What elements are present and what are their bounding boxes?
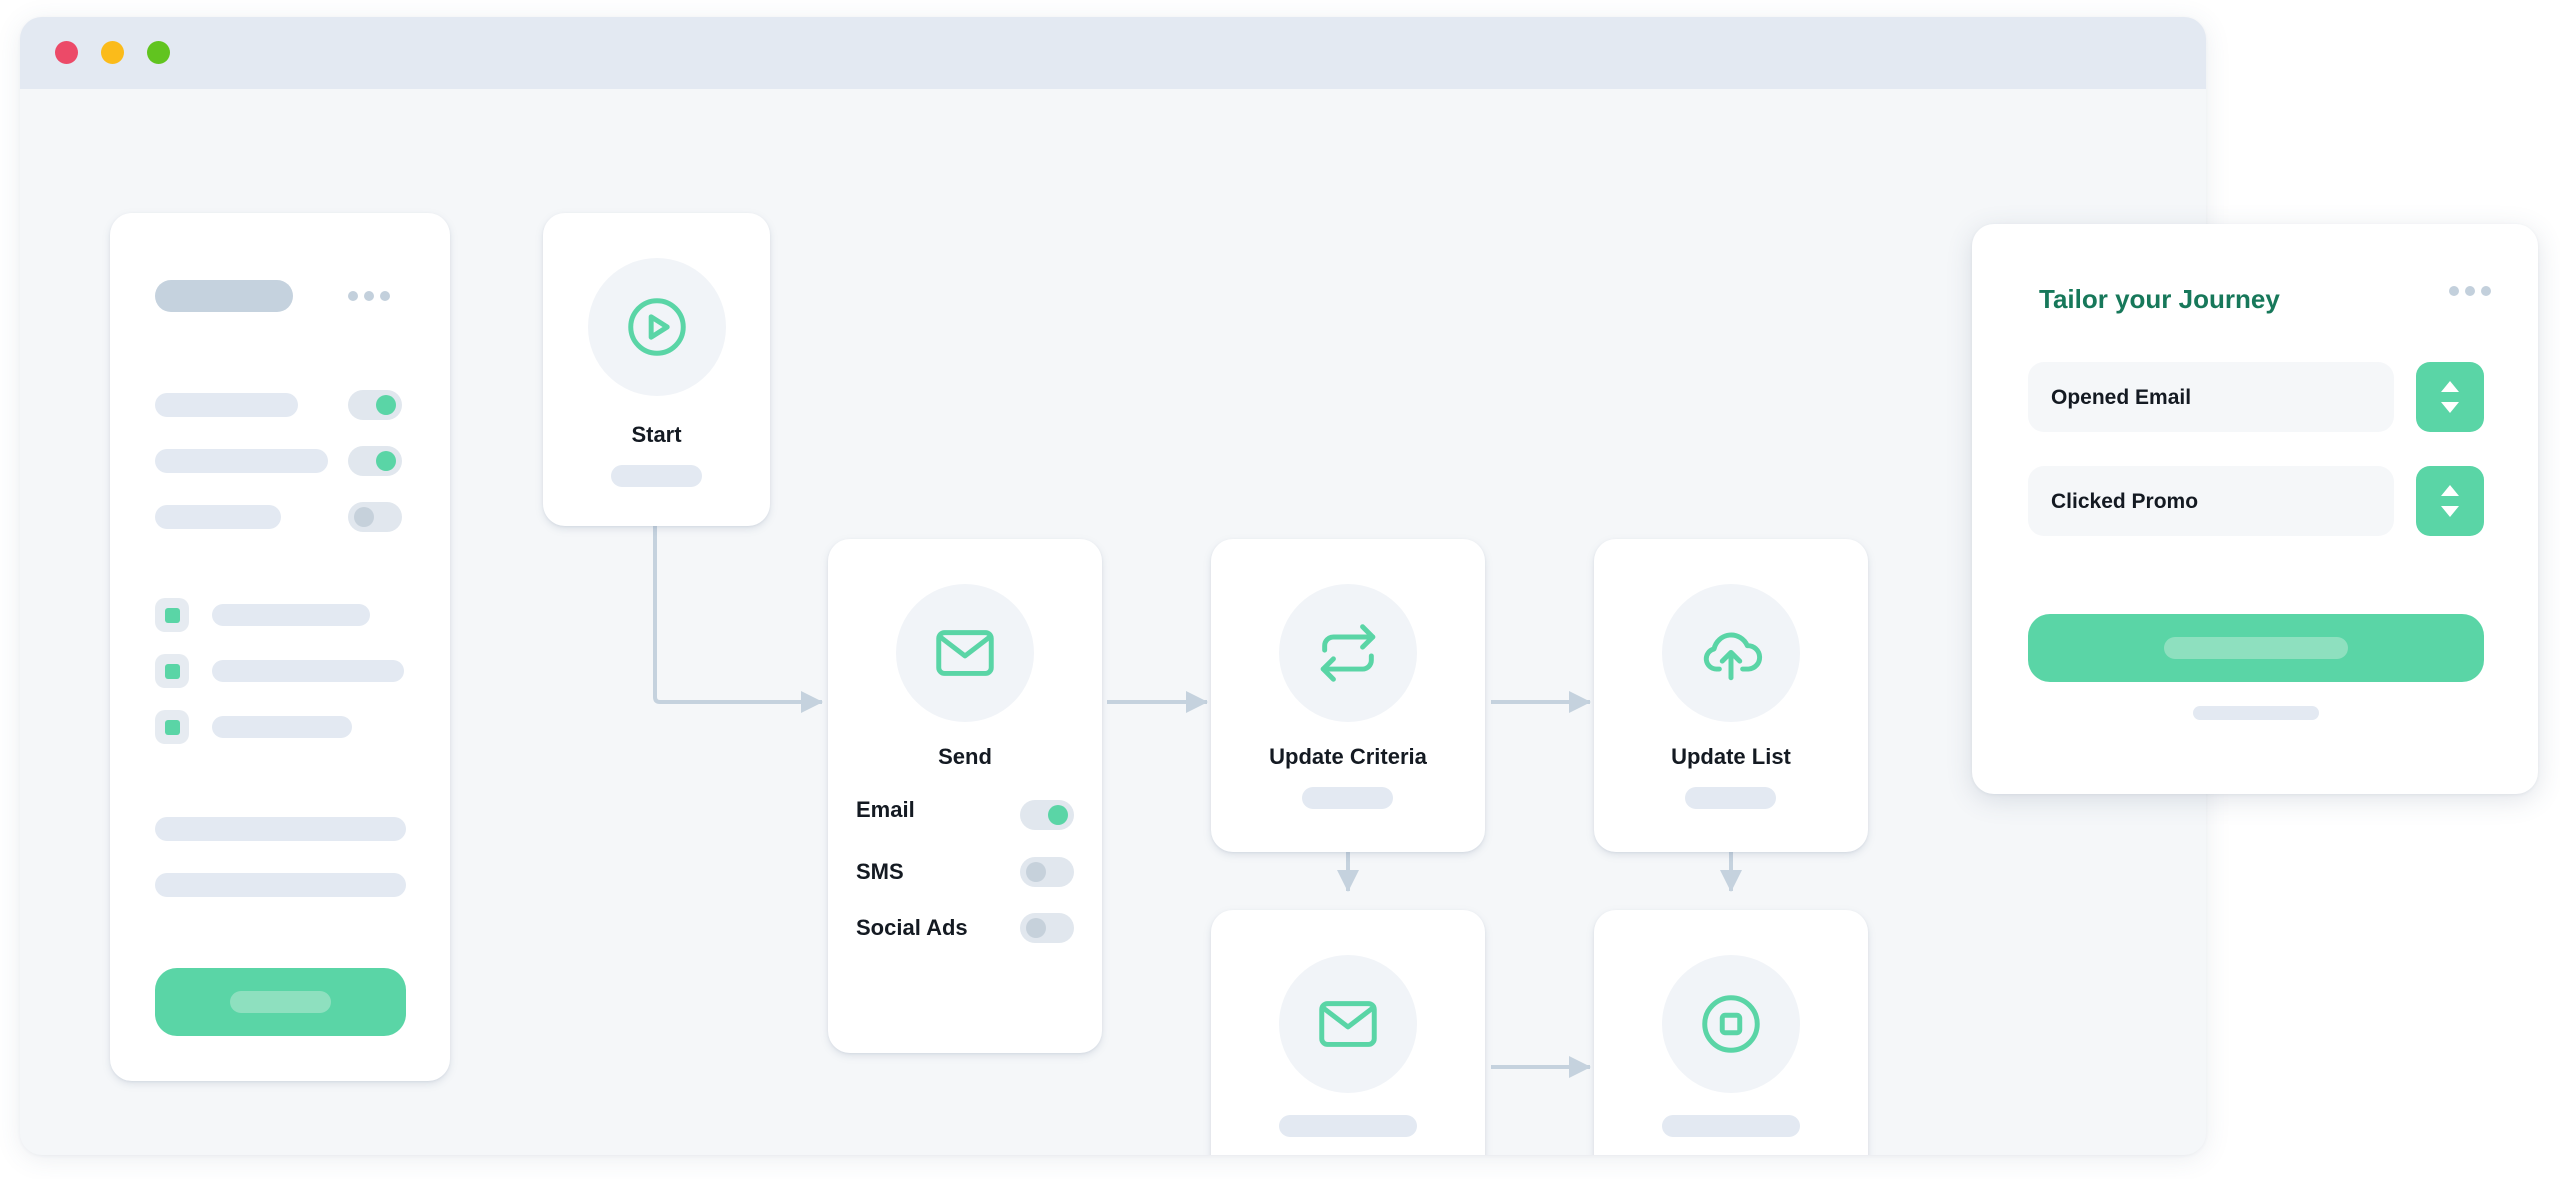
tailor-journey-panel: Tailor your Journey Opened Email Clicked… — [1972, 224, 2538, 794]
send-icon-circle — [896, 584, 1034, 722]
send-node-label: Send — [938, 744, 992, 769]
minimize-window-button[interactable] — [101, 41, 124, 64]
title-bar — [20, 17, 2206, 89]
sidebar-checkbox-3[interactable] — [155, 710, 189, 744]
update-criteria-node-label: Update Criteria — [1269, 744, 1427, 769]
update-list-icon-circle — [1662, 584, 1800, 722]
email-step-title-placeholder — [1279, 1115, 1417, 1137]
sidebar-apply-button[interactable] — [155, 968, 406, 1036]
start-node[interactable]: Start — [543, 213, 770, 526]
panel-more-icon[interactable] — [2449, 286, 2491, 296]
update-list-node[interactable]: Update List — [1594, 539, 1868, 852]
sidebar-field-placeholder — [155, 873, 406, 897]
start-node-subtitle-placeholder — [611, 465, 702, 487]
criteria-stepper-1[interactable] — [2416, 362, 2484, 432]
criteria-stepper-2[interactable] — [2416, 466, 2484, 536]
sidebar-option-placeholder — [155, 449, 328, 473]
sidebar-checkbox-label-placeholder — [212, 604, 370, 626]
play-icon — [628, 298, 686, 356]
criteria-field-label: Clicked Promo — [2051, 490, 2199, 513]
sms-channel-toggle[interactable] — [1020, 857, 1074, 887]
sidebar-field-placeholder — [155, 817, 406, 841]
app-window: Start Send Email SMS Social Ads Update C… — [20, 17, 2206, 1155]
sort-arrows-icon — [2441, 485, 2459, 517]
start-node-label: Start — [631, 422, 682, 447]
sidebar-checkbox-label-placeholder — [212, 716, 352, 738]
sidebar-option-placeholder — [155, 393, 298, 417]
update-criteria-icon-circle — [1279, 584, 1417, 722]
mail-icon — [1319, 1001, 1377, 1047]
repeat-icon — [1320, 624, 1376, 682]
email-step-node[interactable] — [1211, 910, 1485, 1155]
mail-icon — [936, 630, 994, 676]
journey-canvas: Start Send Email SMS Social Ads Update C… — [20, 89, 2206, 1155]
panel-secondary-link-placeholder[interactable] — [2193, 706, 2319, 720]
update-criteria-node[interactable]: Update Criteria — [1211, 539, 1485, 852]
channel-label-sms: SMS — [856, 859, 904, 884]
sort-arrows-icon — [2441, 381, 2459, 413]
maximize-window-button[interactable] — [147, 41, 170, 64]
sidebar-checkbox-2[interactable] — [155, 654, 189, 688]
cloud-upload-icon — [1703, 632, 1763, 681]
criteria-field-opened-email[interactable]: Opened Email — [2028, 362, 2394, 432]
close-window-button[interactable] — [55, 41, 78, 64]
stop-icon — [1702, 995, 1760, 1053]
sidebar-toggle-1[interactable] — [348, 390, 402, 420]
send-node[interactable]: Send Email SMS Social Ads — [828, 539, 1102, 1053]
update-criteria-subtitle-placeholder — [1302, 787, 1393, 809]
sidebar-toggle-3[interactable] — [348, 502, 402, 532]
sidebar-more-icon[interactable] — [348, 291, 390, 301]
update-list-node-label: Update List — [1671, 744, 1791, 769]
settings-sidebar — [110, 213, 450, 1081]
criteria-field-clicked-promo[interactable]: Clicked Promo — [2028, 466, 2394, 536]
criteria-field-label: Opened Email — [2051, 386, 2192, 409]
sidebar-title-placeholder — [155, 280, 293, 312]
update-list-subtitle-placeholder — [1685, 787, 1776, 809]
channel-label-social-ads: Social Ads — [856, 915, 968, 940]
sidebar-toggle-2[interactable] — [348, 446, 402, 476]
email-channel-toggle[interactable] — [1020, 800, 1074, 830]
email-step-icon-circle — [1279, 955, 1417, 1093]
stop-step-icon-circle — [1662, 955, 1800, 1093]
stop-step-node[interactable] — [1594, 910, 1868, 1155]
start-icon-circle — [588, 258, 726, 396]
panel-primary-button[interactable] — [2028, 614, 2484, 682]
sidebar-checkbox-label-placeholder — [212, 660, 404, 682]
stop-step-title-placeholder — [1662, 1115, 1800, 1137]
sidebar-option-placeholder — [155, 505, 281, 529]
sidebar-checkbox-1[interactable] — [155, 598, 189, 632]
channel-label-email: Email — [856, 797, 915, 822]
panel-title: Tailor your Journey — [2039, 284, 2280, 314]
social-ads-channel-toggle[interactable] — [1020, 913, 1074, 943]
